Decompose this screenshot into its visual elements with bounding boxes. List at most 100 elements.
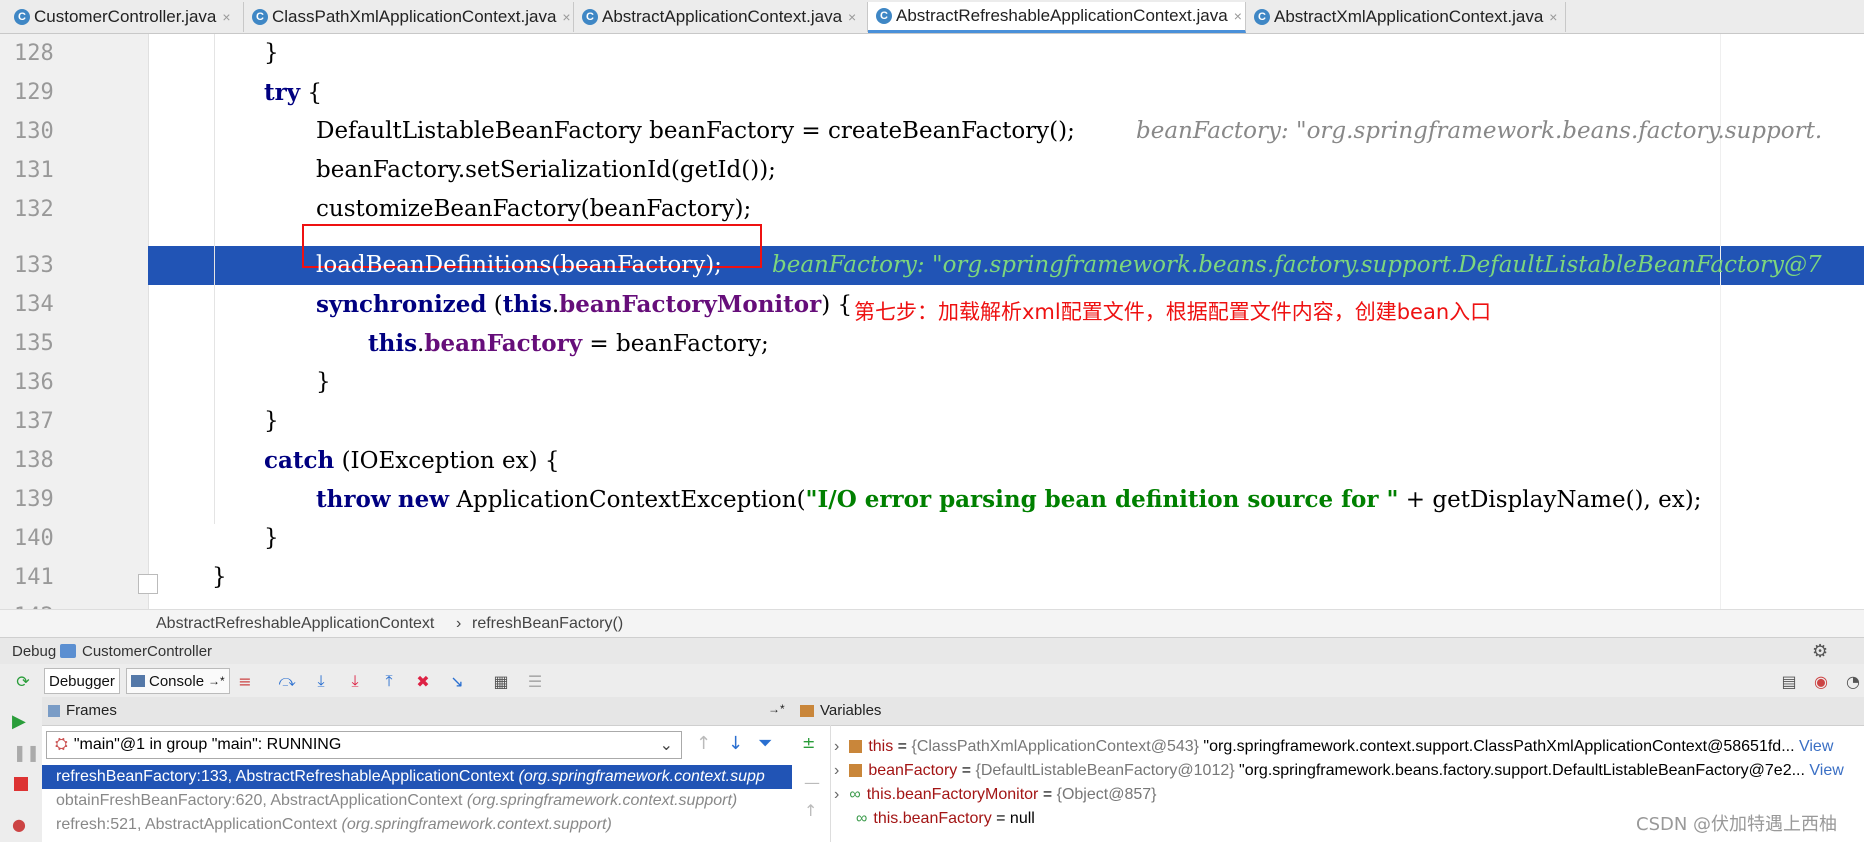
view-breakpoints-icon[interactable]: ● [12,815,26,834]
next-frame-icon[interactable]: ↓ [728,733,743,754]
breadcrumb-separator: › [456,615,462,632]
filter-icon[interactable]: ⏷ [758,733,772,754]
tab-customer-controller[interactable]: C CustomerController.java × [6,2,244,32]
frame-package: (org.springframework.context.support) [466,792,738,809]
tab-abstract-refreshable-context[interactable]: C AbstractRefreshableApplicationContext.… [868,2,1246,33]
code-line: synchronized (this.beanFactoryMonitor) { [316,285,852,324]
field-name: beanFactory [424,330,583,357]
close-icon[interactable]: × [562,9,570,25]
debug-config-name[interactable]: CustomerController [82,643,212,660]
mute-breakpoints-icon[interactable]: ◔ [1842,670,1864,692]
watch-icon: ∞ [849,786,861,803]
variable-row[interactable]: › beanFactory = {DefaultListableBeanFacto… [834,759,1844,783]
variable-name: this [868,738,894,755]
run-config-icon [60,644,76,658]
code-line: throw new ApplicationContextException("I… [316,480,1701,519]
variables-title: Variables [820,702,882,719]
line-number: 142 [14,597,74,609]
variable-eq: = [893,738,912,755]
frames-header: Frames →* [42,697,792,726]
close-icon[interactable]: × [1234,8,1242,24]
resume-icon[interactable]: ▶ [12,711,26,732]
thread-selector-value: "main"@1 in group "main": RUNNING [73,736,342,753]
remove-watch-icon[interactable]: — [804,773,820,792]
line-number: 141 [14,565,54,590]
run-to-cursor-icon[interactable]: ↘ [446,670,468,692]
move-up-icon[interactable]: ↑ [804,801,817,820]
previous-frame-icon[interactable]: ↑ [696,733,711,754]
stack-frame[interactable]: obtainFreshBeanFactory:620, AbstractAppl… [42,789,792,813]
variable-row[interactable]: ∞ this.beanFactory = null [856,807,1035,831]
code-text: DefaultListableBeanFactory beanFactory =… [316,118,1075,144]
variable-row[interactable]: › ∞ this.beanFactoryMonitor = {Object@857} [834,783,1156,807]
line-number: 138 [14,448,54,473]
tab-abstract-xml-context[interactable]: C AbstractXmlApplicationContext.java × [1246,2,1566,32]
show-execution-point-icon[interactable]: ≡ [234,670,256,692]
line-number: 133 [14,253,54,278]
keyword: synchronized [316,291,487,318]
view-link[interactable]: View [1795,738,1833,755]
evaluate-expression-icon[interactable]: ▦ [490,670,512,692]
console-icon [131,675,145,687]
chevron-right-icon[interactable]: › [834,762,839,779]
pin-icon[interactable]: →* [768,702,785,716]
code-line: catch (IOException ex) { [264,441,560,480]
view-link[interactable]: View [1805,762,1843,779]
chevron-right-icon[interactable]: › [834,786,839,803]
inline-debug-hint: beanFactory: "org.springframework.beans.… [1136,118,1823,144]
variable-type: {ClassPathXmlApplicationContext@543} [911,738,1199,755]
line-number: 129 [14,80,54,105]
pause-icon[interactable]: ❚❚ [13,743,40,762]
step-out-icon[interactable]: ⤒ [378,670,400,692]
code-text: { [300,80,323,106]
string-literal: "I/O error parsing bean definition sourc… [805,486,1399,513]
tab-label: ClassPathXmlApplicationContext.java [272,7,557,26]
breadcrumb-method[interactable]: refreshBeanFactory() [472,615,623,633]
drop-frame-icon[interactable]: ✖ [412,670,434,692]
code-line: try { [264,73,322,112]
gear-icon[interactable]: ⚙ [1812,641,1828,662]
tab-label: CustomerController.java [34,7,217,26]
watch-icon: ∞ [856,810,868,827]
trace-icon[interactable]: ☰ [524,670,546,692]
close-icon[interactable]: × [1549,9,1557,25]
force-step-into-icon[interactable]: ⤓ [344,670,366,692]
breadcrumb: AbstractRefreshableApplicationContext › … [0,609,1864,638]
tab-debugger[interactable]: Debugger [44,668,120,694]
line-number: 136 [14,370,54,395]
code-text: ) { [821,292,853,318]
close-icon[interactable]: × [848,9,856,25]
tab-console-label: Console [149,672,205,690]
step-into-icon[interactable]: ⤓ [310,670,332,692]
thread-selector[interactable]: ⛭ "main"@1 in group "main": RUNNING ⌄ [46,731,682,759]
frame-method: obtainFreshBeanFactory:620, AbstractAppl… [56,792,463,809]
debug-toolbar: ⟳ Debugger Console →* ≡ ⤼ ⤓ ⤓ ⤒ ✖ ↘ ▦ ☰ … [0,664,1864,698]
rerun-icon[interactable]: ⟳ [12,670,34,692]
tab-console[interactable]: Console →* [126,668,230,694]
variable-row[interactable]: › this = {ClassPathXmlApplicationContext@… [834,735,1833,759]
code-text: (IOException ex) { [334,448,560,474]
settings-icon[interactable]: ◉ [1810,670,1832,692]
variable-type: {DefaultListableBeanFactory@1012} [975,762,1235,779]
variable-eq: = [991,810,1010,827]
class-icon: C [582,9,598,25]
chevron-right-icon[interactable]: › [834,738,839,755]
close-icon[interactable]: × [222,9,230,25]
variable-name: this.beanFactory [873,810,992,827]
frames-icon [48,705,60,717]
class-icon: C [14,9,30,25]
stack-frame[interactable]: refreshBeanFactory:133, AbstractRefresha… [42,765,792,789]
stop-icon[interactable] [14,777,28,791]
stack-frame[interactable]: refresh:521, AbstractApplicationContext … [42,813,792,837]
code-editor[interactable]: 128 129 130 131 132 133 134 135 136 137 … [0,34,1864,609]
tab-abstract-app-context[interactable]: C AbstractApplicationContext.java × [574,2,868,32]
restore-layout-icon[interactable]: ▤ [1778,670,1800,692]
tab-classpath-xml-context[interactable]: C ClassPathXmlApplicationContext.java × [244,2,574,32]
new-watch-icon[interactable]: ± [802,733,815,752]
keyword: this [368,330,418,357]
line-number: 134 [14,292,54,317]
fold-marker-icon[interactable] [138,574,158,594]
breadcrumb-class[interactable]: AbstractRefreshableApplicationContext [156,615,434,633]
step-over-icon[interactable]: ⤼ [276,670,298,692]
line-number: 130 [14,119,54,144]
